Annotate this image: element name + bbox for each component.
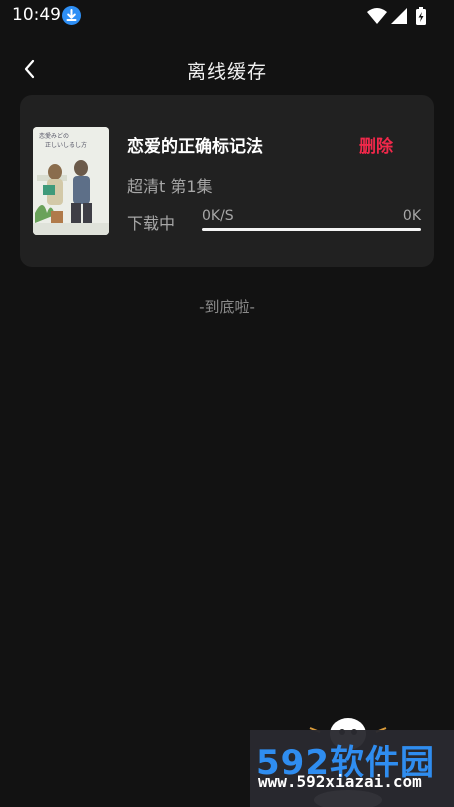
download-item-card[interactable]: 恋愛みどの 正しいしるし方 恋爱的正确标记法 删除 超清t 第1集 下载中 0K…: [20, 95, 434, 267]
video-title[interactable]: 恋爱的正确标记法: [127, 132, 263, 157]
download-icon: [62, 6, 81, 25]
page-title: 离线缓存: [186, 61, 267, 83]
watermark-logo: 592软件园 www.592xiazai.com: [250, 712, 454, 807]
signal-icon: [391, 8, 407, 24]
download-progress-bar: [202, 228, 421, 231]
status-bar: 10:49: [0, 0, 454, 32]
wifi-icon: [367, 8, 387, 24]
delete-button[interactable]: 删除: [359, 132, 393, 157]
status-time: 10:49: [12, 5, 61, 25]
watermark-url: www.592xiazai.com: [258, 772, 422, 791]
end-of-list-text: -到底啦-: [199, 298, 255, 316]
video-cover-image[interactable]: 恋愛みどの 正しいしるし方: [33, 127, 109, 235]
download-speed: 0K/S: [202, 208, 234, 224]
svg-text:恋愛みどの: 恋愛みどの: [39, 132, 69, 140]
system-status-icons: [367, 7, 426, 25]
episode-info: 超清t 第1集: [127, 177, 213, 196]
downloaded-size: 0K: [402, 208, 421, 224]
svg-text:正しいしるし方: 正しいしるし方: [45, 141, 87, 149]
download-status: 下载中: [127, 214, 176, 233]
top-nav-bar: 离线缓存: [0, 45, 454, 95]
battery-charging-icon: [416, 7, 426, 25]
